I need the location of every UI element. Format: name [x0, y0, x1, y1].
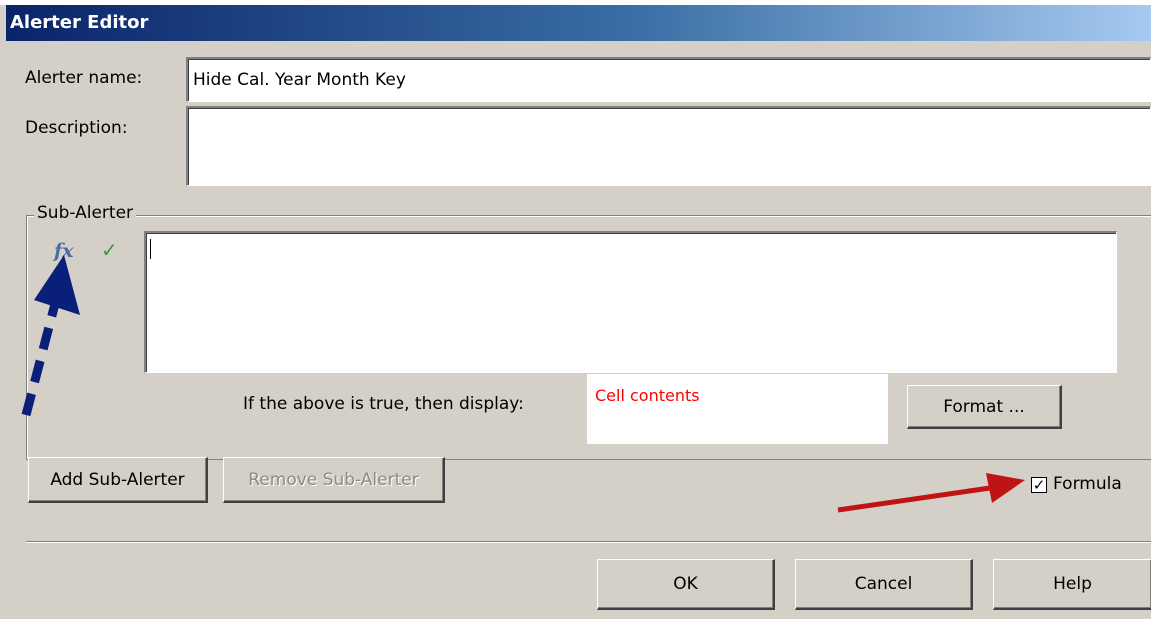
blue-dashed-arrow: [21, 255, 80, 417]
annotation-overlay: [21, 255, 1025, 513]
red-arrow: [837, 473, 1025, 513]
